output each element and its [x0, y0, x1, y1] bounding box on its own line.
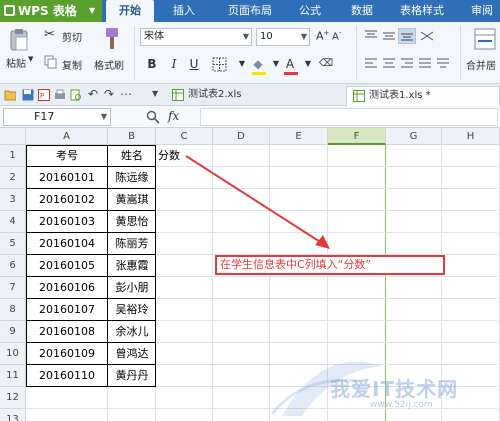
borders-icon[interactable]: [212, 57, 228, 73]
spreadsheet-file-icon: [172, 89, 184, 101]
underline-icon[interactable]: U: [186, 56, 202, 72]
fx-icon[interactable]: fx: [168, 109, 179, 123]
chevron-down-icon: ▼: [89, 6, 96, 15]
watermark-url: www.52ij.com: [370, 400, 433, 410]
clear-format-icon[interactable]: ⌫: [318, 56, 334, 72]
chevron-down-icon: ▼: [300, 32, 307, 41]
ribbon: 粘贴 ▼ ✂ 剪切 复制 格式刷 宋体 ▼ 10 ▼ A+ A- B I U ▼…: [0, 22, 500, 84]
spreadsheet-grid[interactable]: ABCDEFGH 1 2 3 4 5 6 7 8 9 10 11 12 13 考号 姓名 分数 2016010…: [0, 128, 500, 421]
increase-font-icon[interactable]: A+: [316, 29, 329, 43]
redo-icon[interactable]: ↷: [104, 87, 114, 101]
tab-review[interactable]: 审阅: [464, 0, 500, 22]
divider: [460, 26, 461, 80]
font-color-icon[interactable]: A: [282, 56, 298, 72]
app-title: WPS 表格: [18, 4, 77, 18]
more-icon[interactable]: ⋯: [120, 87, 132, 101]
align-bottom-icon[interactable]: [398, 28, 416, 44]
print-preview-icon[interactable]: [70, 89, 82, 101]
cell-reference: F17: [34, 110, 55, 123]
cut-button[interactable]: 剪切: [62, 29, 82, 44]
align-left-icon[interactable]: [364, 58, 378, 70]
name-box[interactable]: F17 ▼: [3, 108, 111, 126]
annotation-callout: 在学生信息表中C列填入“分数”: [215, 255, 445, 275]
open-folder-icon[interactable]: [4, 89, 16, 101]
copy-button[interactable]: 复制: [62, 57, 82, 72]
align-top-icon[interactable]: [364, 30, 378, 42]
font-size-select[interactable]: 10 ▼: [256, 28, 310, 46]
paste-icon[interactable]: [8, 28, 30, 52]
doc-tab-label: 测试表2.xls: [188, 89, 242, 100]
tab-page-layout[interactable]: 页面布局: [218, 0, 282, 22]
save-icon[interactable]: [22, 89, 34, 101]
export-pdf-icon[interactable]: P: [38, 89, 50, 101]
chevron-down-icon[interactable]: ▼: [152, 89, 158, 98]
watermark-text: 我爱IT技术网: [330, 377, 459, 401]
svg-text:P: P: [40, 92, 44, 100]
font-size-value: 10: [260, 31, 273, 42]
tab-formulas[interactable]: 公式: [290, 0, 330, 22]
app-menu-button[interactable]: WPS 表格 ▼: [0, 0, 102, 22]
tab-insert[interactable]: 插入: [164, 0, 204, 22]
font-name-value: 宋体: [144, 31, 164, 42]
menu-bar: WPS 表格 ▼ 开始 插入 页面布局 公式 数据 表格样式 审阅: [0, 0, 500, 22]
doc-tab-test2[interactable]: 测试表2.xls: [166, 86, 336, 106]
align-center-icon[interactable]: [382, 58, 396, 70]
distributed-align-icon[interactable]: [436, 58, 450, 70]
align-middle-icon[interactable]: [382, 30, 396, 42]
divider: [134, 26, 135, 80]
format-painter-button[interactable]: 格式刷: [94, 57, 124, 72]
paste-button[interactable]: 粘贴: [6, 55, 26, 70]
format-painter-icon[interactable]: [100, 26, 122, 52]
bold-icon[interactable]: B: [144, 56, 160, 72]
zoom-icon[interactable]: [146, 110, 160, 124]
tab-home[interactable]: 开始: [106, 0, 154, 22]
formula-input[interactable]: [200, 108, 498, 126]
merge-center-button[interactable]: 合并居: [466, 57, 496, 72]
align-right-icon[interactable]: [400, 58, 414, 70]
merge-cells-icon[interactable]: [474, 28, 496, 50]
font-name-select[interactable]: 宋体 ▼: [140, 28, 252, 46]
decrease-font-icon[interactable]: A-: [332, 29, 341, 42]
tab-table-style[interactable]: 表格样式: [392, 0, 452, 22]
quick-access-toolbar: P ↶ ↷ ⋯ ▼ 测试表2.xls 测试表1.xls *: [0, 84, 500, 106]
wrap-text-icon[interactable]: [420, 30, 434, 42]
doc-tab-label: 测试表1.xls *: [369, 90, 431, 101]
wps-logo-icon: [4, 5, 15, 16]
scissors-icon[interactable]: ✂: [44, 27, 55, 42]
italic-icon[interactable]: I: [166, 56, 182, 72]
spreadsheet-file-icon: [353, 90, 365, 102]
copy-icon[interactable]: [44, 55, 58, 69]
undo-icon[interactable]: ↶: [88, 87, 98, 101]
justify-icon[interactable]: [418, 58, 432, 70]
tab-data[interactable]: 数据: [342, 0, 382, 22]
font-color-swatch: [284, 72, 298, 75]
doc-tab-test1[interactable]: 测试表1.xls *: [346, 86, 500, 106]
chevron-down-icon[interactable]: ▼: [234, 56, 250, 72]
chevron-down-icon: ▼: [100, 112, 107, 121]
chevron-down-icon: ▼: [242, 32, 249, 41]
divider: [356, 26, 357, 80]
print-icon[interactable]: [54, 89, 66, 101]
paste-dropdown-icon[interactable]: ▼: [28, 55, 33, 63]
chevron-down-icon[interactable]: ▼: [300, 56, 316, 72]
fill-color-swatch: [252, 72, 266, 75]
formula-bar: F17 ▼ fx: [0, 106, 500, 128]
fill-color-icon[interactable]: ◆: [250, 56, 266, 72]
